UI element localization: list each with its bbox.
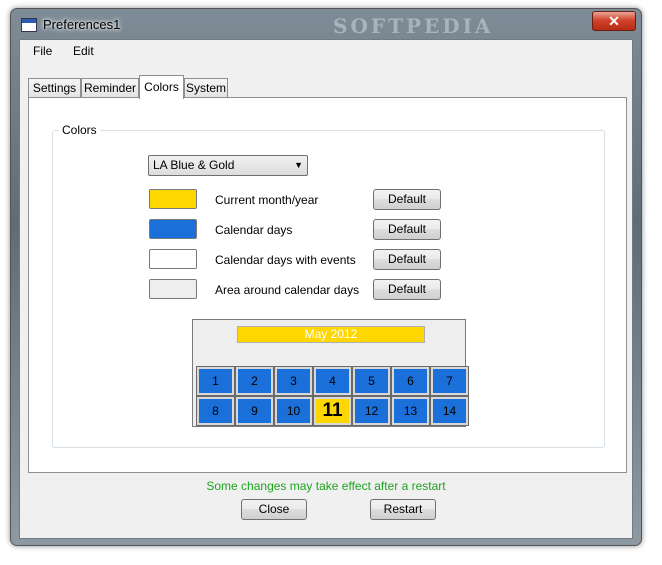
window-client-area: File Edit Settings Reminder Colors Syste… bbox=[19, 39, 633, 539]
restart-button[interactable]: Restart bbox=[370, 499, 436, 520]
app-icon bbox=[21, 18, 37, 32]
preview-day: 13 bbox=[391, 396, 430, 426]
color-scheme-select[interactable]: LA Blue & Gold ▼ bbox=[148, 155, 308, 176]
days-with-events-color-swatch[interactable] bbox=[149, 249, 197, 269]
current-month-color-swatch[interactable] bbox=[149, 189, 197, 209]
preview-day: 1 bbox=[196, 366, 235, 396]
preview-day: 3 bbox=[274, 366, 313, 396]
current-month-label: Current month/year bbox=[215, 193, 319, 207]
calendar-days-default-button[interactable]: Default bbox=[373, 219, 441, 240]
tab-system[interactable]: System bbox=[184, 78, 228, 98]
colors-group-label: Colors bbox=[59, 123, 100, 137]
preview-day: 9 bbox=[235, 396, 274, 426]
watermark-text: SOFTPEDIA bbox=[333, 14, 494, 38]
preview-day: 10 bbox=[274, 396, 313, 426]
menu-file[interactable]: File bbox=[33, 44, 52, 58]
close-button[interactable]: Close bbox=[241, 499, 307, 520]
close-icon: ✕ bbox=[608, 13, 620, 29]
preview-day-today: 11 bbox=[313, 396, 352, 426]
calendar-days-color-swatch[interactable] bbox=[149, 219, 197, 239]
window-close-button[interactable]: ✕ bbox=[592, 11, 636, 31]
calendar-preview: May 2012 1 2 3 4 5 6 7 8 9 10 11 12 13 1… bbox=[192, 319, 469, 427]
preview-day: 5 bbox=[352, 366, 391, 396]
area-around-days-label: Area around calendar days bbox=[215, 283, 360, 297]
menu-edit[interactable]: Edit bbox=[73, 44, 94, 58]
days-with-events-default-button[interactable]: Default bbox=[373, 249, 441, 270]
preferences-window: Preferences1 SOFTPEDIA ✕ File Edit Setti… bbox=[10, 8, 642, 546]
chevron-down-icon: ▼ bbox=[294, 160, 303, 170]
calendar-days-label: Calendar days bbox=[215, 223, 293, 237]
title-bar[interactable]: Preferences1 SOFTPEDIA ✕ bbox=[11, 9, 641, 39]
area-around-days-default-button[interactable]: Default bbox=[373, 279, 441, 300]
preview-day: 8 bbox=[196, 396, 235, 426]
restart-notice: Some changes may take effect after a res… bbox=[206, 479, 446, 493]
preview-day: 12 bbox=[352, 396, 391, 426]
preview-day: 6 bbox=[391, 366, 430, 396]
tab-colors[interactable]: Colors bbox=[139, 75, 184, 99]
tab-settings[interactable]: Settings bbox=[28, 78, 81, 98]
menu-bar: File Edit bbox=[20, 40, 632, 62]
preview-day: 4 bbox=[313, 366, 352, 396]
preview-month-header: May 2012 bbox=[237, 326, 425, 343]
current-month-default-button[interactable]: Default bbox=[373, 189, 441, 210]
tab-reminder[interactable]: Reminder bbox=[81, 78, 139, 98]
preview-day: 2 bbox=[235, 366, 274, 396]
days-with-events-label: Calendar days with events bbox=[215, 253, 356, 267]
color-scheme-value: LA Blue & Gold bbox=[153, 158, 235, 172]
preview-day: 7 bbox=[430, 366, 469, 396]
window-title: Preferences1 bbox=[43, 17, 121, 32]
colors-tab-panel: Colors LA Blue & Gold ▼ Current month/ye… bbox=[28, 97, 627, 473]
colors-groupbox: Colors LA Blue & Gold ▼ Current month/ye… bbox=[52, 123, 605, 448]
area-around-days-color-swatch[interactable] bbox=[149, 279, 197, 299]
preview-day: 14 bbox=[430, 396, 469, 426]
